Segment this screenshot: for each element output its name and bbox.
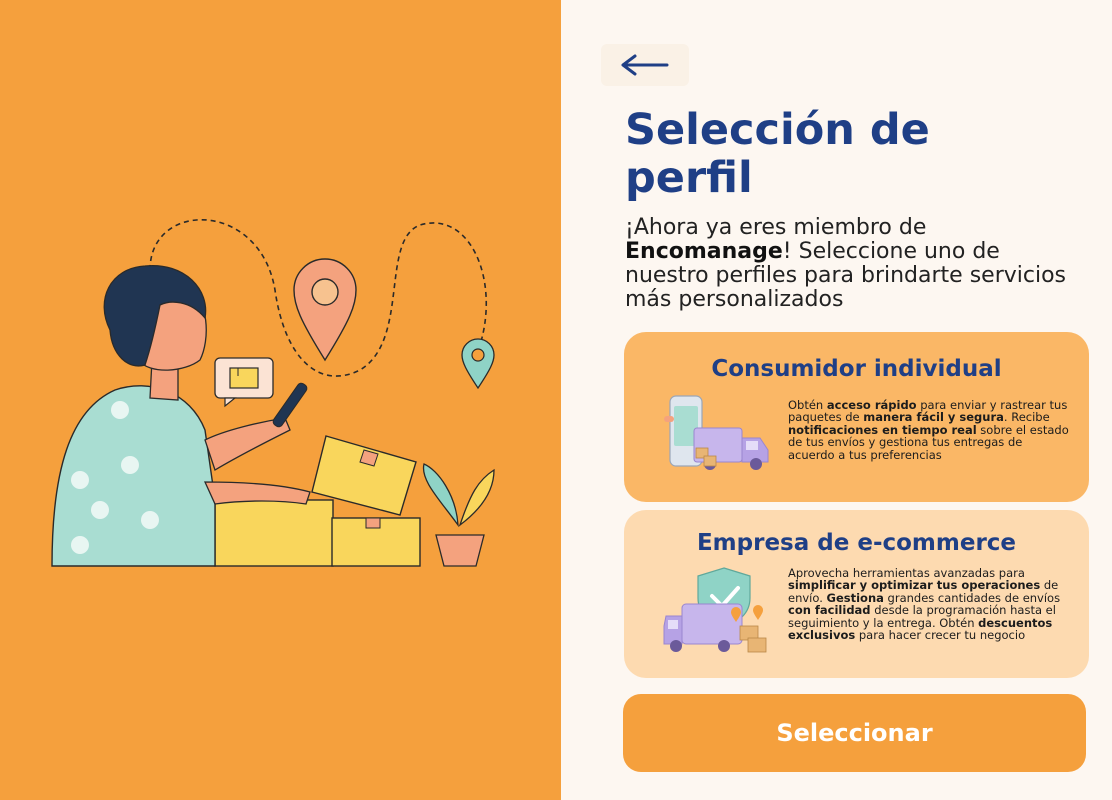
plant-icon	[422, 463, 495, 567]
shield-truck-icon	[663, 567, 767, 653]
profile-card-title: Consumidor individual	[711, 356, 1002, 382]
illustration-panel	[0, 0, 561, 800]
small-location-pin-icon	[461, 338, 495, 390]
back-button[interactable]	[601, 44, 689, 86]
select-button[interactable]: Seleccionar	[623, 694, 1086, 772]
phone-delivery-truck-icon	[664, 395, 769, 470]
profile-card-title: Empresa de e-commerce	[696, 530, 1017, 556]
woman-packages-illustration	[51, 218, 495, 567]
desc-text: para hacer crecer tu negocio	[855, 628, 1026, 643]
arrow-left-icon	[621, 54, 669, 76]
profile-card-ecommerce[interactable]: Empresa de e-commerce Aprovecha herramie…	[624, 510, 1089, 678]
profile-card-description: Aprovecha herramientas avanzadas para si…	[788, 567, 1070, 643]
intro-text-part1: ¡Ahora ya eres miembro de	[625, 215, 927, 240]
location-pin-icon	[293, 258, 357, 362]
profile-card-description: Obtén acceso rápido para enviar y rastre…	[788, 399, 1070, 461]
page-title: Selección de perfil	[625, 105, 930, 203]
brand-name: Encomanage	[625, 239, 783, 264]
content-panel: Selección de perfil ¡Ahora ya eres miemb…	[561, 0, 1112, 800]
message-bubble-icon	[214, 357, 274, 408]
intro-text: ¡Ahora ya eres miembro de Encomanage! Se…	[625, 216, 1085, 312]
profile-card-consumer[interactable]: Consumidor individual Obtén acceso rápid…	[624, 332, 1089, 502]
